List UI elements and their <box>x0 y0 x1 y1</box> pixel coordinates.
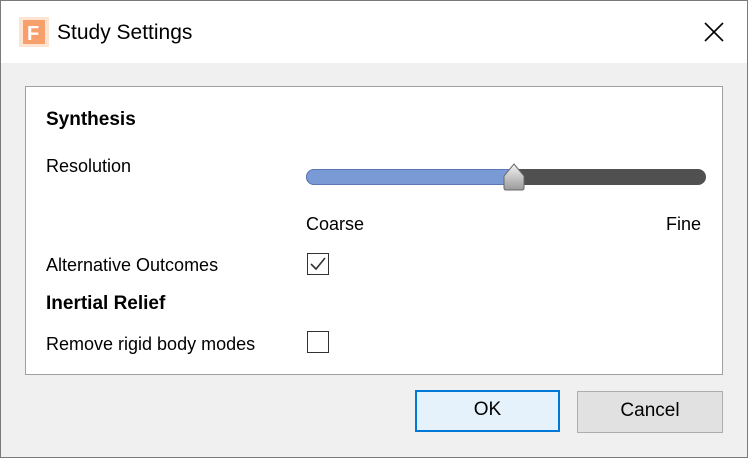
close-icon <box>704 22 724 42</box>
synthesis-heading: Synthesis <box>46 109 136 130</box>
resolution-slider[interactable] <box>306 162 706 192</box>
remove-rigid-body-modes-label: Remove rigid body modes <box>46 334 256 354</box>
checkmark-icon <box>310 257 326 271</box>
svg-text:F: F <box>27 23 39 45</box>
slider-thumb[interactable] <box>500 162 528 192</box>
window-title: Study Settings <box>57 21 193 44</box>
coarse-label: Coarse <box>306 214 365 234</box>
alternative-outcomes-checkbox[interactable] <box>307 253 329 275</box>
settings-panel: Synthesis Resolution Coarse Fine Alterna… <box>25 86 723 375</box>
alternative-outcomes-label: Alternative Outcomes <box>46 255 219 275</box>
inertial-relief-heading: Inertial Relief <box>46 293 166 314</box>
slider-fill <box>306 169 514 185</box>
study-settings-dialog: F Study Settings Synthesis Resolution Co… <box>0 0 748 458</box>
ok-button[interactable]: OK <box>415 390 560 432</box>
title-bar[interactable]: F Study Settings <box>1 1 747 63</box>
close-button[interactable] <box>691 11 735 55</box>
fusion-app-icon: F <box>19 17 49 47</box>
fine-label: Fine <box>666 214 702 234</box>
cancel-button[interactable]: Cancel <box>577 391 723 433</box>
resolution-label: Resolution <box>46 156 132 176</box>
remove-rigid-body-modes-checkbox[interactable] <box>307 331 329 353</box>
